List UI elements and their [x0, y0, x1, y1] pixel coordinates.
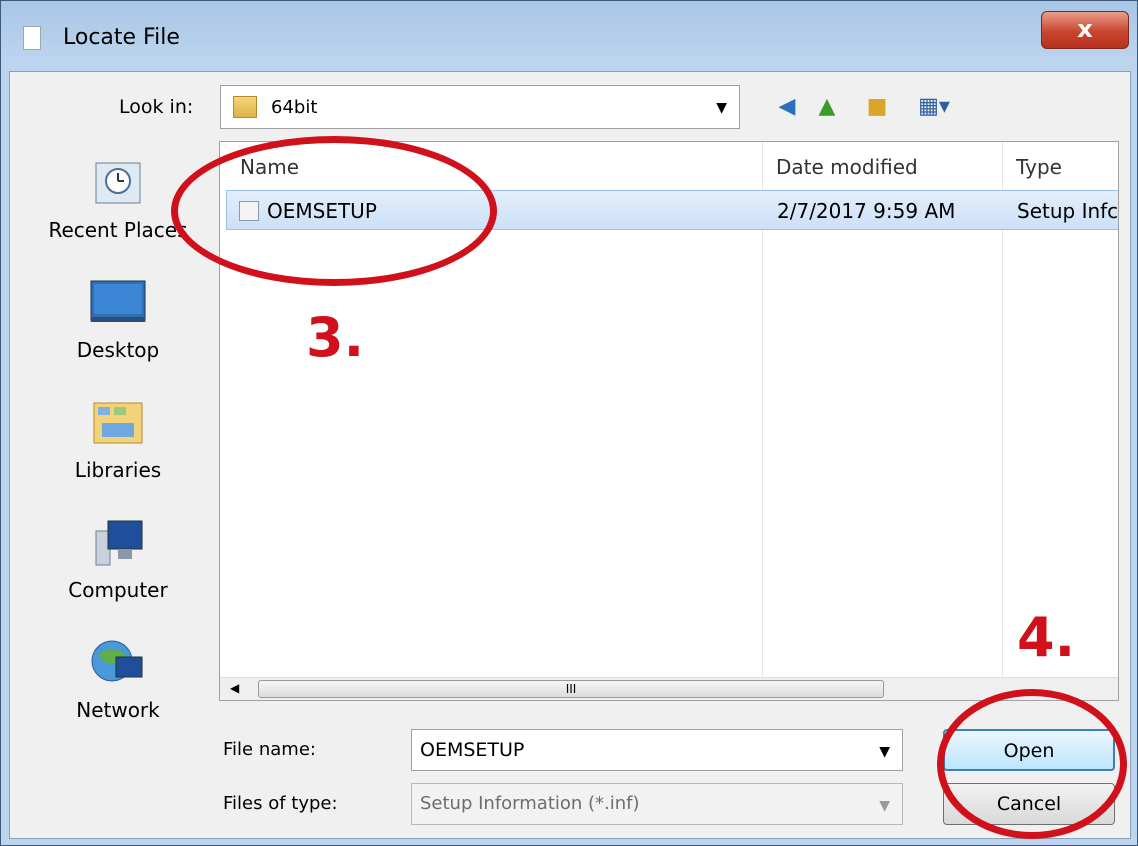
place-network[interactable]: Network — [23, 633, 213, 722]
horizontal-scrollbar[interactable]: ◀ III — [220, 677, 1118, 700]
folder-icon — [233, 96, 257, 118]
column-header-date-modified[interactable]: Date modified — [776, 142, 918, 188]
title-bar[interactable]: Locate File x — [1, 1, 1138, 71]
close-button[interactable]: x — [1041, 11, 1129, 49]
place-desktop[interactable]: Desktop — [23, 273, 213, 362]
place-libraries[interactable]: Libraries — [23, 393, 213, 482]
file-name-field[interactable]: OEMSETUP ▼ — [411, 729, 903, 771]
network-icon — [91, 640, 143, 682]
place-label: Network — [76, 698, 160, 722]
chevron-down-icon: ▼ — [879, 798, 890, 814]
column-header-type[interactable]: Type — [1016, 142, 1062, 188]
annotation-step-3: 3. — [306, 306, 365, 369]
place-label: Libraries — [74, 458, 162, 482]
place-label: Computer — [68, 578, 168, 602]
file-type-dropdown[interactable]: Setup Information (*.inf) ▼ — [411, 783, 903, 825]
scroll-thumb[interactable]: III — [258, 680, 884, 698]
desktop-icon — [90, 280, 146, 322]
file-type-label: Files of type: — [223, 793, 338, 814]
look-in-value: 64bit — [271, 97, 318, 118]
file-name-value: OEMSETUP — [420, 739, 525, 761]
chevron-down-icon[interactable]: ▼ — [879, 744, 890, 760]
chevron-down-icon: ▼ — [716, 100, 727, 116]
annotation-circle-file — [171, 136, 497, 286]
annotation-step-4: 4. — [1017, 606, 1076, 669]
document-icon — [23, 26, 41, 50]
place-label: Desktop — [76, 338, 160, 362]
view-menu-icon[interactable]: ▦▾ — [909, 93, 959, 121]
place-computer[interactable]: Computer — [23, 513, 213, 602]
file-type-cell: Setup Infc — [1017, 199, 1119, 223]
look-in-label: Look in: — [119, 96, 194, 118]
window-title: Locate File — [63, 25, 180, 50]
libraries-icon — [93, 402, 143, 444]
file-date-cell: 2/7/2017 9:59 AM — [777, 199, 956, 223]
look-in-dropdown[interactable]: 64bit ▼ — [220, 85, 740, 129]
locate-file-dialog: Locate File x Look in: 64bit ▼ ◀ ▲ ■ ▦▾ … — [0, 0, 1138, 846]
file-name-label: File name: — [223, 739, 316, 760]
file-type-value: Setup Information (*.inf) — [420, 793, 640, 814]
computer-icon — [95, 520, 143, 566]
up-folder-icon[interactable]: ▲ — [813, 93, 841, 121]
annotation-circle-open — [937, 689, 1127, 839]
recent-places-icon — [95, 162, 141, 204]
back-icon[interactable]: ◀ — [773, 93, 801, 121]
new-folder-icon[interactable]: ■ — [863, 93, 891, 121]
scroll-left-icon[interactable]: ◀ — [230, 681, 239, 695]
